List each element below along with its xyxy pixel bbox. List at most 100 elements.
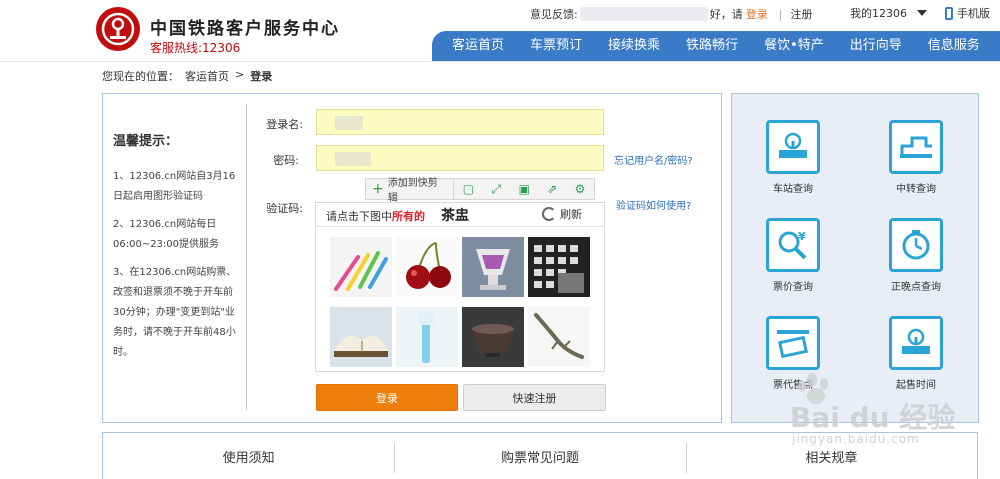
captcha-image-toothbrush-blue[interactable] (396, 307, 458, 367)
captcha-image-ornate-cup[interactable] (462, 237, 524, 297)
tip-item: 2、12306.cn网站每日06:00~23:00提供服务 (113, 219, 220, 250)
divider-line (246, 104, 247, 410)
service-label: 车站查询 (773, 184, 813, 195)
password-label: 密码: (273, 154, 299, 167)
refresh-icon (542, 207, 556, 221)
nav-item-booking[interactable]: 车票预订 (517, 31, 595, 61)
hotline-text: 客服热线:12306 (150, 41, 241, 55)
breadcrumb-prefix: 您现在的位置： (102, 70, 179, 83)
username-redacted (335, 116, 363, 130)
station-icon (766, 120, 820, 174)
service-label: 正晚点查询 (891, 282, 941, 293)
service-punctuality-query[interactable]: 正晚点查询 (886, 218, 946, 293)
login-button[interactable]: 登录 (316, 384, 458, 411)
divider: | (778, 7, 783, 21)
expand-icon[interactable]: ⤢ (482, 179, 510, 199)
captcha-grid (330, 237, 594, 367)
top-links: 意见反馈: 好，请 登录 | 注册 (530, 5, 812, 23)
svg-text:¥: ¥ (798, 230, 806, 243)
railway-logo-icon[interactable] (96, 7, 140, 51)
breadcrumb-home[interactable]: 客运首页 (185, 68, 229, 84)
feedback-label[interactable]: 意见反馈: (530, 6, 578, 22)
captcha-image-dark-cup[interactable] (462, 307, 524, 367)
greeting-text: 好，请 (709, 8, 743, 21)
clipboard-toolbar: + 添加到快剪辑 ▢ ⤢ ▣ ⇗ ⚙ (365, 178, 595, 204)
username-input[interactable] (316, 109, 604, 135)
add-to-clipboard-label: 添加到快剪辑 (387, 178, 438, 204)
price-search-icon: ¥ (766, 218, 820, 272)
service-ticket-agent[interactable]: 票代售点 (763, 316, 823, 391)
header-register-link[interactable]: 注册 (790, 6, 812, 22)
captcha-header: 请点击下图中所有的 茶盅 刷新 (316, 203, 604, 227)
share-icon[interactable]: ⇗ (538, 179, 566, 199)
nav-item-food[interactable]: 餐饮•特产 (751, 31, 837, 61)
my12306-menu[interactable]: 我的12306 (850, 5, 927, 21)
service-label: 票代售点 (773, 380, 813, 391)
captcha-refresh-label: 刷新 (560, 208, 582, 221)
captcha-help-link[interactable]: 验证码如何使用? (616, 197, 691, 212)
services-panel: 车站查询 中转查询 ¥ 票价查询 正晚点查询 票代售点 起售时间 (731, 93, 979, 423)
clock-icon (889, 218, 943, 272)
nav-item-home[interactable]: 客运首页 (432, 31, 517, 61)
service-label: 票价查询 (773, 282, 813, 293)
password-input[interactable] (316, 145, 604, 171)
chevron-down-icon (917, 10, 927, 16)
forgot-password-link[interactable]: 忘记用户名/密码? (614, 152, 693, 167)
captcha-refresh-button[interactable]: 刷新 (542, 206, 582, 222)
nav-item-railway-pass[interactable]: 铁路畅行 (673, 31, 751, 61)
tab-usage-notes[interactable]: 使用须知 (103, 433, 394, 479)
service-label: 起售时间 (896, 380, 936, 391)
password-redacted (335, 152, 371, 166)
service-label: 中转查询 (896, 184, 936, 195)
nav-item-transfer[interactable]: 接续换乘 (595, 31, 673, 61)
nav-item-info[interactable]: 信息服务 (915, 31, 993, 61)
sale-time-icon (889, 316, 943, 370)
site-title: 中国铁路客户服务中心 (150, 19, 340, 39)
transfer-icon (889, 120, 943, 174)
captcha-label: 验证码: (266, 202, 303, 215)
captcha-image-calendar[interactable] (528, 237, 590, 297)
captcha-box: 请点击下图中所有的 茶盅 刷新 (315, 202, 605, 372)
phone-icon (945, 6, 953, 20)
ticket-agent-icon (766, 316, 820, 370)
nav-item-guide[interactable]: 出行向导 (837, 31, 915, 61)
page: 中国铁路客户服务中心 客服热线:12306 意见反馈: 好，请 登录 | 注册 … (0, 0, 1000, 479)
tip-item: 3、在12306.cn网站购票、改签和退票须不晚于开车前30分钟；办理"变更到站… (113, 267, 237, 358)
service-transfer-query[interactable]: 中转查询 (886, 120, 946, 195)
header-login-link[interactable]: 登录 (746, 6, 768, 22)
settings-icon[interactable]: ⚙ (566, 179, 594, 199)
tab-ticket-faq[interactable]: 购票常见问题 (394, 433, 685, 479)
feedback-redacted (579, 7, 708, 21)
mobile-version-link[interactable]: 手机版 (945, 5, 990, 21)
add-to-clipboard-button[interactable]: + 添加到快剪辑 (366, 178, 455, 204)
tip-item: 1、12306.cn网站自3月16日起启用图形验证码 (113, 171, 236, 202)
captcha-image-open-book[interactable] (330, 307, 392, 367)
tips-panel: 温馨提示： 1、12306.cn网站自3月16日起启用图形验证码 2、12306… (113, 130, 243, 371)
captcha-prompt-emphasis: 所有的 (392, 210, 425, 223)
tips-title: 温馨提示： (113, 134, 179, 149)
login-panel: 温馨提示： 1、12306.cn网站自3月16日起启用图形验证码 2、12306… (102, 93, 722, 423)
quick-register-button[interactable]: 快速注册 (463, 384, 606, 411)
username-label: 登录名: (266, 118, 303, 131)
captcha-image-lizard[interactable] (528, 307, 590, 367)
service-sale-time[interactable]: 起售时间 (886, 316, 946, 391)
service-station-query[interactable]: 车站查询 (763, 120, 823, 195)
tab-regulations[interactable]: 相关规章 (685, 433, 977, 479)
breadcrumb: 您现在的位置： 客运首页 > 登录 (102, 68, 272, 84)
breadcrumb-arrow: > (235, 68, 245, 81)
service-price-query[interactable]: ¥ 票价查询 (763, 218, 823, 293)
bottom-tabs: 使用须知 购票常见问题 相关规章 (102, 432, 978, 479)
window-icon[interactable]: ▢ (454, 179, 482, 199)
captcha-image-cherries[interactable] (396, 237, 458, 297)
captcha-image-toothbrushes[interactable] (330, 237, 392, 297)
captcha-target: 茶盅 (441, 208, 469, 224)
mobile-label: 手机版 (957, 7, 990, 20)
site-header: 中国铁路客户服务中心 客服热线:12306 意见反馈: 好，请 登录 | 注册 … (0, 0, 1000, 62)
captcha-prompt-prefix: 请点击下图中 (326, 210, 392, 223)
captcha-prompt: 请点击下图中所有的 (326, 208, 425, 224)
plus-icon: + (372, 181, 384, 197)
save-icon[interactable]: ▣ (510, 179, 538, 199)
my12306-label: 我的12306 (850, 7, 907, 20)
main-nav: 客运首页 车票预订 接续换乘 铁路畅行 餐饮•特产 出行向导 信息服务 (432, 31, 1000, 61)
breadcrumb-current: 登录 (250, 70, 273, 83)
